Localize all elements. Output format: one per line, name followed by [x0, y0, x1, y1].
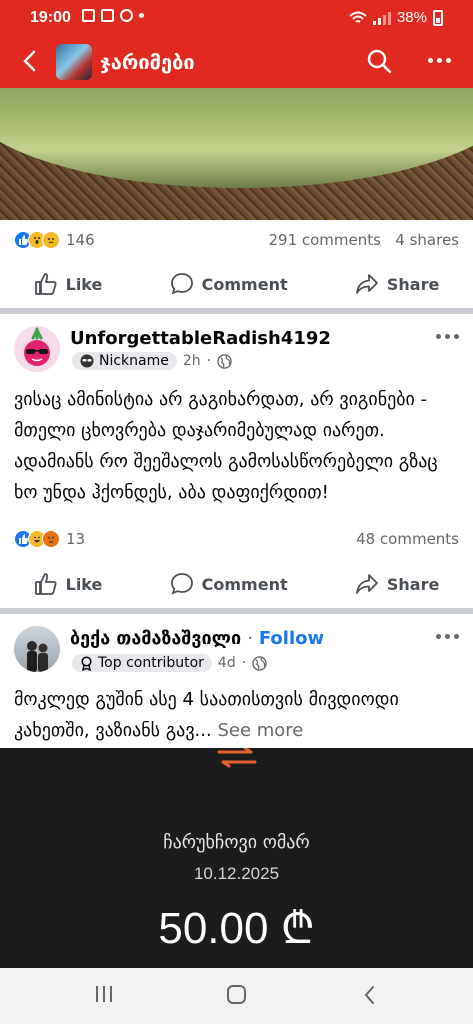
reaction-summary[interactable]: 146: [14, 231, 95, 249]
system-nav-bar: [0, 968, 473, 1024]
post-text-block: მოკლედ გუშინ ასე 4 საათისთვის მივდიოდი კ…: [14, 684, 459, 746]
more-dots-icon[interactable]: [428, 58, 451, 63]
angry-reaction-icon: [42, 530, 60, 548]
more-notifications-dot: [139, 13, 144, 18]
badge-label: Top contributor: [98, 655, 204, 671]
gallery-notification-icon: [82, 9, 95, 22]
comment-bubble-icon: [170, 573, 193, 595]
system-icons: 38%: [349, 9, 443, 26]
receipt-date: 10.12.2025: [193, 864, 280, 883]
comment-bubble-icon: [170, 273, 193, 295]
like-label: Like: [65, 574, 103, 594]
post-card: UnforgettableRadish4192 Nickname 2h · ვი…: [0, 314, 473, 608]
dot-separator: ·: [247, 628, 259, 649]
couple-photo-icon: [27, 641, 48, 672]
transfer-arrows-icon: [217, 748, 257, 768]
post-options-button[interactable]: [436, 634, 459, 639]
group-thumbnail[interactable]: [56, 44, 92, 80]
badge-label: Nickname: [99, 353, 169, 369]
app-notification-icon: [101, 9, 114, 22]
top-contributor-badge[interactable]: Top contributor: [72, 654, 212, 672]
avatar[interactable]: [14, 326, 60, 372]
post-options-button[interactable]: [436, 334, 459, 339]
globe-icon: [217, 353, 232, 369]
post-card: ბექა თამაზაშვილი · Follow Top contributo…: [0, 614, 473, 748]
share-arrow-icon: [355, 274, 378, 294]
like-label: Like: [65, 274, 103, 294]
post-time[interactable]: 2h: [183, 353, 201, 369]
sunglasses-icon: [80, 354, 94, 368]
action-bar: Like Comment Share: [0, 564, 473, 604]
sad-reaction-icon: [42, 231, 60, 249]
post-author-line: ბექა თამაზაშვილი · Follow: [70, 628, 324, 649]
post-meta: Nickname 2h ·: [72, 352, 232, 370]
recent-apps-button[interactable]: [96, 986, 112, 1002]
signal-icon: [372, 11, 391, 25]
group-title[interactable]: ჯარიმები: [100, 50, 195, 74]
shares-count[interactable]: 4 shares: [395, 231, 459, 249]
thumbs-up-icon: [34, 273, 57, 295]
back-button[interactable]: [14, 46, 44, 76]
share-button[interactable]: Share: [355, 572, 439, 596]
like-button[interactable]: Like: [34, 272, 103, 296]
post-author[interactable]: UnforgettableRadish4192: [70, 328, 331, 349]
nickname-badge[interactable]: Nickname: [72, 352, 177, 370]
reaction-count: 13: [66, 530, 86, 548]
reaction-summary[interactable]: 13: [14, 530, 85, 548]
post-text: ვისაც ამინისტია არ გაგიხარდათ, არ ვიგინე…: [14, 389, 438, 503]
radish-avatar-icon: [24, 327, 50, 366]
comments-count[interactable]: 291 comments: [268, 231, 380, 249]
search-button[interactable]: [366, 48, 392, 78]
post-image-receipt[interactable]: ჩარუხჩოვი ომარ 10.12.2025 50.00 ₾: [0, 748, 473, 968]
receipt-recipient: ჩარუხჩოვი ომარ: [163, 832, 310, 853]
status-bar: 19:00 38%: [0, 0, 473, 36]
post-photo[interactable]: [0, 88, 473, 220]
chevron-left-icon: [23, 50, 36, 72]
post-stats[interactable]: 291 comments 4 shares: [268, 231, 459, 249]
home-button[interactable]: [227, 985, 246, 1004]
receipt-amount: 50.00 ₾: [158, 904, 315, 953]
see-more-link[interactable]: See more: [217, 720, 303, 741]
post-time[interactable]: 4d: [218, 655, 236, 671]
comment-button[interactable]: Comment: [170, 572, 288, 596]
share-label: Share: [386, 574, 440, 594]
comment-label: Comment: [201, 574, 288, 594]
post-meta: Top contributor 4d ·: [72, 654, 267, 672]
battery-percent: 38%: [396, 9, 427, 26]
reaction-count: 146: [66, 231, 95, 249]
wifi-icon: [349, 11, 367, 23]
vpn-notification-icon: [120, 9, 133, 22]
comment-button[interactable]: Comment: [170, 272, 288, 296]
follow-button[interactable]: Follow: [259, 628, 324, 649]
search-icon: [367, 49, 392, 74]
share-arrow-icon: [355, 574, 378, 594]
share-label: Share: [386, 274, 440, 294]
dot-separator: ·: [206, 353, 212, 369]
notification-icons: [82, 9, 144, 22]
award-icon: [81, 655, 92, 671]
comments-count[interactable]: 48 comments: [356, 530, 459, 548]
thumbs-up-icon: [34, 573, 57, 595]
post-text: მოკლედ გუშინ ასე 4 საათისთვის მივდიოდი კ…: [14, 689, 399, 741]
action-bar: Like Comment Share: [0, 264, 473, 304]
dot-separator: ·: [241, 655, 247, 671]
share-button[interactable]: Share: [355, 272, 439, 296]
avatar[interactable]: [14, 626, 60, 672]
app-header: 19:00 38% ჯარიმები: [0, 0, 473, 88]
system-back-button[interactable]: [362, 984, 376, 1010]
status-time: 19:00: [30, 9, 71, 26]
chevron-left-icon: [364, 986, 374, 1004]
comment-label: Comment: [201, 274, 288, 294]
post-author[interactable]: ბექა თამაზაშვილი: [70, 628, 241, 649]
group-header: ჯარიმები: [0, 36, 473, 88]
battery-icon: [433, 9, 443, 26]
post-footer: 146 291 comments 4 shares Like Comment S…: [0, 220, 473, 308]
globe-icon: [252, 655, 267, 671]
like-button[interactable]: Like: [34, 572, 103, 596]
